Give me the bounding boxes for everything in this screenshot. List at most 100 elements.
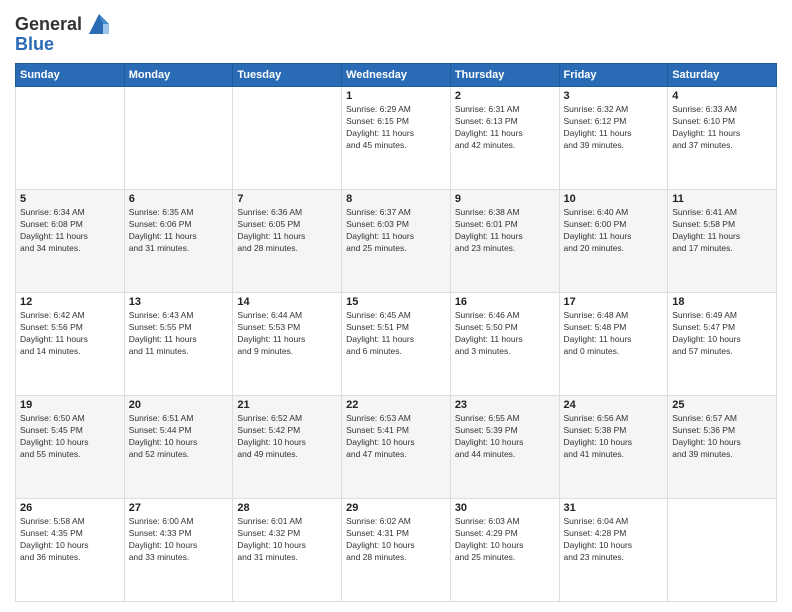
day-number: 18 (672, 296, 772, 308)
day-cell: 20Sunrise: 6:51 AM Sunset: 5:44 PM Dayli… (124, 396, 233, 499)
day-cell: 14 Sunrise: 6:44 AM Sunset: 5:53 PM Dayli… (233, 293, 342, 396)
day-number: 17 (564, 296, 664, 308)
day-number: 6 (129, 193, 229, 205)
day-number: 30 (455, 502, 555, 514)
day-number: 22 (346, 399, 446, 411)
day-cell: 12 Sunrise: 6:42 AM Sunset: 5:56 PM Dayli… (16, 293, 125, 396)
day-number: 21 (237, 399, 337, 411)
logo: General Blue (15, 10, 113, 55)
day-cell: 16 Sunrise: 6:46 AM Sunset: 5:50 PM Dayli… (450, 293, 559, 396)
day-info: Sunrise: 6:00 AM Sunset: 4:33 PM Dayligh… (129, 516, 229, 564)
day-cell: 26 Sunrise: 5:58 AM Sunset: 4:35 PM Dayli… (16, 499, 125, 602)
day-cell: 22 Sunrise: 6:53 AM Sunset: 5:41 PM Dayli… (342, 396, 451, 499)
day-number: 2 (455, 90, 555, 102)
day-info: Sunrise: 6:50 AM Sunset: 5:45 PM Dayligh… (20, 413, 120, 461)
day-info: Sunrise: 6:01 AM Sunset: 4:32 PM Dayligh… (237, 516, 337, 564)
day-cell: 19 Sunrise: 6:50 AM Sunset: 5:45 PM Dayli… (16, 396, 125, 499)
day-cell: 8 Sunrise: 6:37 AM Sunset: 6:03 PM Daylig… (342, 190, 451, 293)
day-info: Sunrise: 6:45 AM Sunset: 5:51 PM Dayligh… (346, 310, 446, 358)
day-cell: 4 Sunrise: 6:33 AM Sunset: 6:10 PM Daylig… (668, 87, 777, 190)
day-number: 24 (564, 399, 664, 411)
day-cell: 21Sunrise: 6:52 AM Sunset: 5:42 PM Dayli… (233, 396, 342, 499)
week-row-2: 5 Sunrise: 6:34 AM Sunset: 6:08 PM Daylig… (16, 190, 777, 293)
day-number: 14 (237, 296, 337, 308)
day-number: 4 (672, 90, 772, 102)
weekday-header-tuesday: Tuesday (233, 64, 342, 87)
day-number: 15 (346, 296, 446, 308)
day-info: Sunrise: 6:38 AM Sunset: 6:01 PM Dayligh… (455, 207, 555, 255)
day-number: 1 (346, 90, 446, 102)
calendar-table: SundayMondayTuesdayWednesdayThursdayFrid… (15, 63, 777, 602)
weekday-header-wednesday: Wednesday (342, 64, 451, 87)
day-info: Sunrise: 6:02 AM Sunset: 4:31 PM Dayligh… (346, 516, 446, 564)
week-row-4: 19 Sunrise: 6:50 AM Sunset: 5:45 PM Dayli… (16, 396, 777, 499)
day-number: 3 (564, 90, 664, 102)
day-info: Sunrise: 6:55 AM Sunset: 5:39 PM Dayligh… (455, 413, 555, 461)
header: General Blue (15, 10, 777, 55)
day-number: 23 (455, 399, 555, 411)
day-cell: 28 Sunrise: 6:01 AM Sunset: 4:32 PM Dayli… (233, 499, 342, 602)
day-info: Sunrise: 6:36 AM Sunset: 6:05 PM Dayligh… (237, 207, 337, 255)
day-cell: 7 Sunrise: 6:36 AM Sunset: 6:05 PM Daylig… (233, 190, 342, 293)
day-info: Sunrise: 6:37 AM Sunset: 6:03 PM Dayligh… (346, 207, 446, 255)
day-info: Sunrise: 6:44 AM Sunset: 5:53 PM Dayligh… (237, 310, 337, 358)
day-info: Sunrise: 6:43 AM Sunset: 5:55 PM Dayligh… (129, 310, 229, 358)
weekday-header-sunday: Sunday (16, 64, 125, 87)
day-cell: 1 Sunrise: 6:29 AM Sunset: 6:15 PM Daylig… (342, 87, 451, 190)
day-cell: 11Sunrise: 6:41 AM Sunset: 5:58 PM Dayli… (668, 190, 777, 293)
day-number: 28 (237, 502, 337, 514)
day-number: 16 (455, 296, 555, 308)
day-info: Sunrise: 6:34 AM Sunset: 6:08 PM Dayligh… (20, 207, 120, 255)
day-info: Sunrise: 6:57 AM Sunset: 5:36 PM Dayligh… (672, 413, 772, 461)
logo-general-text: General (15, 14, 82, 35)
weekday-header-saturday: Saturday (668, 64, 777, 87)
day-info: Sunrise: 6:46 AM Sunset: 5:50 PM Dayligh… (455, 310, 555, 358)
day-cell (233, 87, 342, 190)
day-cell: 10 Sunrise: 6:40 AM Sunset: 6:00 PM Dayli… (559, 190, 668, 293)
day-info: Sunrise: 6:03 AM Sunset: 4:29 PM Dayligh… (455, 516, 555, 564)
weekday-header-friday: Friday (559, 64, 668, 87)
day-number: 26 (20, 502, 120, 514)
day-cell: 13 Sunrise: 6:43 AM Sunset: 5:55 PM Dayli… (124, 293, 233, 396)
page: General Blue SundayMondayTuesdayWednesda… (0, 0, 792, 612)
day-cell: 18Sunrise: 6:49 AM Sunset: 5:47 PM Dayli… (668, 293, 777, 396)
day-info: Sunrise: 6:40 AM Sunset: 6:00 PM Dayligh… (564, 207, 664, 255)
day-cell: 30 Sunrise: 6:03 AM Sunset: 4:29 PM Dayli… (450, 499, 559, 602)
day-number: 20 (129, 399, 229, 411)
logo-icon (85, 10, 113, 38)
day-cell: 9Sunrise: 6:38 AM Sunset: 6:01 PM Daylig… (450, 190, 559, 293)
day-number: 31 (564, 502, 664, 514)
day-cell: 27 Sunrise: 6:00 AM Sunset: 4:33 PM Dayli… (124, 499, 233, 602)
day-info: Sunrise: 6:33 AM Sunset: 6:10 PM Dayligh… (672, 104, 772, 152)
week-row-5: 26 Sunrise: 5:58 AM Sunset: 4:35 PM Dayli… (16, 499, 777, 602)
day-cell (124, 87, 233, 190)
day-info: Sunrise: 6:56 AM Sunset: 5:38 PM Dayligh… (564, 413, 664, 461)
day-number: 27 (129, 502, 229, 514)
day-info: Sunrise: 6:32 AM Sunset: 6:12 PM Dayligh… (564, 104, 664, 152)
day-cell (16, 87, 125, 190)
day-number: 11 (672, 193, 772, 205)
day-info: Sunrise: 6:48 AM Sunset: 5:48 PM Dayligh… (564, 310, 664, 358)
day-info: Sunrise: 6:42 AM Sunset: 5:56 PM Dayligh… (20, 310, 120, 358)
day-number: 29 (346, 502, 446, 514)
day-info: Sunrise: 5:58 AM Sunset: 4:35 PM Dayligh… (20, 516, 120, 564)
day-number: 13 (129, 296, 229, 308)
day-number: 12 (20, 296, 120, 308)
day-cell: 6 Sunrise: 6:35 AM Sunset: 6:06 PM Daylig… (124, 190, 233, 293)
day-number: 5 (20, 193, 120, 205)
day-number: 8 (346, 193, 446, 205)
day-number: 10 (564, 193, 664, 205)
day-cell: 15 Sunrise: 6:45 AM Sunset: 5:51 PM Dayli… (342, 293, 451, 396)
weekday-header-row: SundayMondayTuesdayWednesdayThursdayFrid… (16, 64, 777, 87)
day-info: Sunrise: 6:04 AM Sunset: 4:28 PM Dayligh… (564, 516, 664, 564)
day-info: Sunrise: 6:53 AM Sunset: 5:41 PM Dayligh… (346, 413, 446, 461)
day-cell: 2 Sunrise: 6:31 AM Sunset: 6:13 PM Daylig… (450, 87, 559, 190)
day-cell (668, 499, 777, 602)
day-info: Sunrise: 6:31 AM Sunset: 6:13 PM Dayligh… (455, 104, 555, 152)
day-cell: 17 Sunrise: 6:48 AM Sunset: 5:48 PM Dayli… (559, 293, 668, 396)
day-number: 19 (20, 399, 120, 411)
day-number: 7 (237, 193, 337, 205)
day-info: Sunrise: 6:35 AM Sunset: 6:06 PM Dayligh… (129, 207, 229, 255)
day-info: Sunrise: 6:29 AM Sunset: 6:15 PM Dayligh… (346, 104, 446, 152)
week-row-3: 12 Sunrise: 6:42 AM Sunset: 5:56 PM Dayli… (16, 293, 777, 396)
